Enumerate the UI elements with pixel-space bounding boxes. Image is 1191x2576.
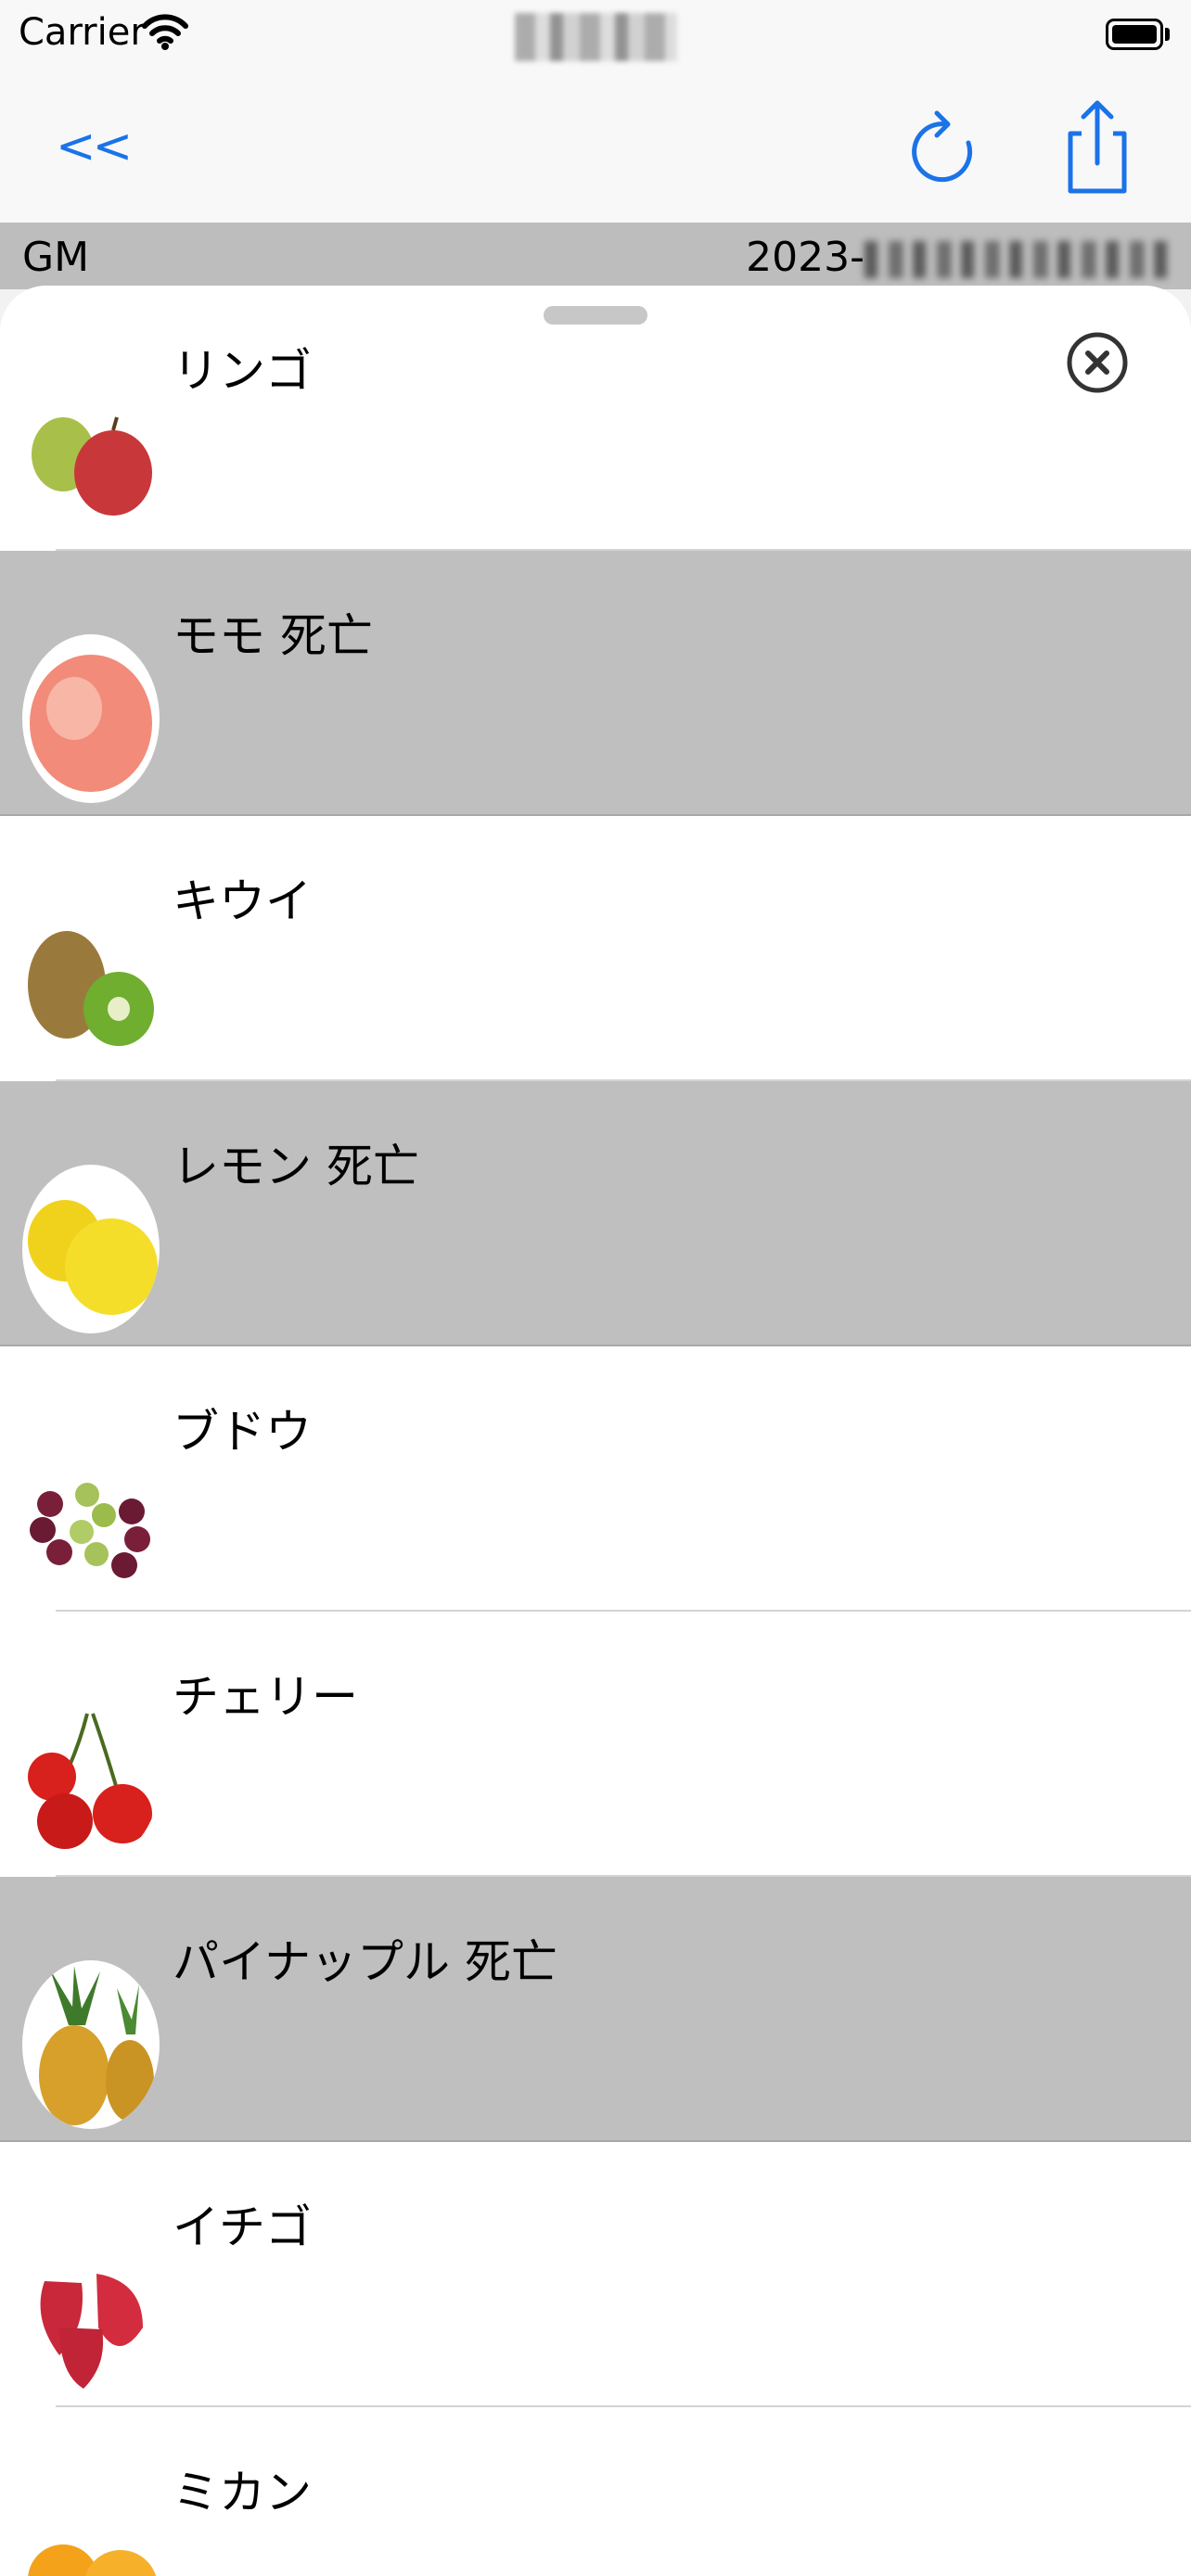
fruit-sheet: リンゴ モモ 死亡 キウイ レモン 死亡 ブドウ チェリー パイナップル 死亡 … (0, 286, 1191, 2576)
grape-image (22, 1430, 160, 1599)
cherry-image (22, 1695, 160, 1864)
info-strip: GM 2023- (0, 223, 1191, 289)
list-item[interactable]: リンゴ (0, 286, 1191, 551)
fruit-label: イチゴ (173, 2200, 312, 2254)
apple-image (22, 369, 160, 538)
carrier-label: Carrier (19, 11, 146, 54)
list-item[interactable]: パイナップル 死亡 (0, 1877, 1191, 2142)
list-item[interactable]: ミカン (0, 2407, 1191, 2576)
lemon-image (22, 1165, 160, 1333)
fruit-label: チェリー (173, 1670, 358, 1724)
battery-icon (1106, 19, 1163, 50)
sheet-grabber[interactable] (544, 306, 647, 325)
peach-image (22, 634, 160, 803)
fruit-label: キウイ (173, 874, 312, 928)
mandarin-image (22, 2491, 160, 2576)
fruit-label: パイナップル 死亡 (173, 1935, 557, 1989)
kiwi-image (22, 899, 160, 1068)
time-redacted (515, 13, 677, 61)
back-button[interactable]: << (56, 119, 133, 174)
fruit-label: リンゴ (173, 344, 312, 398)
info-code: GM (22, 234, 90, 281)
status-bar: Carrier (0, 0, 1191, 74)
pineapple-image (22, 1960, 160, 2129)
fruit-label: ブドウ (173, 1405, 312, 1459)
datetime-prefix: 2023- (746, 234, 864, 281)
close-circle-icon[interactable] (1065, 330, 1130, 395)
list-item[interactable]: キウイ (0, 816, 1191, 1081)
share-icon[interactable] (1063, 98, 1132, 195)
fruit-label: モモ 死亡 (173, 609, 373, 663)
fruit-label: レモン 死亡 (173, 1140, 419, 1193)
fruit-label: ミカン (173, 2466, 312, 2519)
refresh-icon[interactable] (909, 102, 978, 195)
battery-tip (1165, 28, 1170, 41)
list-item[interactable]: ブドウ (0, 1346, 1191, 1612)
info-datetime: 2023- (746, 234, 1171, 281)
strawberry-image (22, 2225, 160, 2394)
list-item[interactable]: モモ 死亡 (0, 551, 1191, 816)
navigation-bar: << (0, 74, 1191, 223)
list-item[interactable]: チェリー (0, 1612, 1191, 1877)
list-item[interactable]: レモン 死亡 (0, 1081, 1191, 1346)
wifi-icon (142, 14, 188, 50)
list-item[interactable]: イチゴ (0, 2142, 1191, 2407)
datetime-redacted (864, 241, 1171, 278)
